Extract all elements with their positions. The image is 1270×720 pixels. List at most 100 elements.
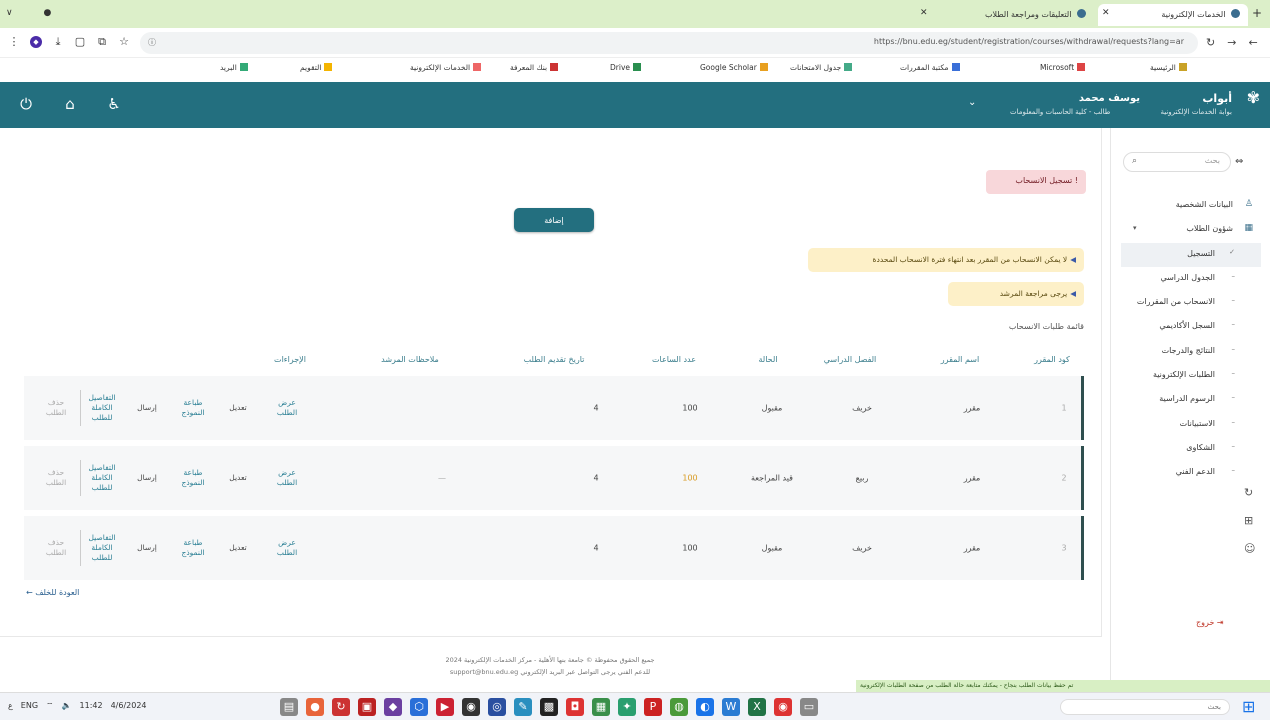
app-icon[interactable]: W <box>722 698 740 716</box>
forward-icon[interactable]: → <box>1227 36 1236 49</box>
volume-icon[interactable]: 🔈 <box>62 701 72 711</box>
sidebar-item-results[interactable]: – النتائج والدرجات <box>1121 340 1261 364</box>
cast-icon[interactable]: ⧉ <box>96 36 108 48</box>
app-icon[interactable]: ◉ <box>462 698 480 716</box>
column-header[interactable]: الإجراءات <box>274 355 306 364</box>
extension-icon[interactable]: ◆ <box>30 36 42 48</box>
close-tab-icon[interactable]: ✕ <box>1102 8 1110 18</box>
app-icon[interactable]: ◉ <box>774 698 792 716</box>
column-header[interactable]: كود المقرر <box>1034 355 1070 364</box>
app-icon[interactable]: X <box>748 698 766 716</box>
refresh-icon[interactable]: ↻ <box>1244 486 1253 499</box>
download-icon[interactable]: ⤓ <box>52 36 64 48</box>
bookmark-item[interactable]: التقويم <box>300 63 333 72</box>
browser-tab[interactable]: ✕ التعليقات ومراجعة الطلاب <box>916 4 1094 26</box>
smiley-icon[interactable]: ☺ <box>1244 542 1255 555</box>
details-link[interactable]: التفاصيل الكاملة للطلب <box>88 463 115 493</box>
view-request-link[interactable]: عرض الطلب <box>277 468 297 488</box>
bookmark-item[interactable]: بنك المعرفة <box>510 63 559 72</box>
app-icon[interactable]: ✎ <box>514 698 532 716</box>
user-name[interactable]: يوسف محمد <box>1060 93 1140 104</box>
app-icon[interactable]: ◎ <box>488 698 506 716</box>
accessibility-icon[interactable]: ♿ <box>104 95 124 113</box>
send-button[interactable]: إرسال <box>137 403 157 413</box>
taskbar-search-input[interactable]: بحث <box>1060 699 1230 715</box>
details-link[interactable]: التفاصيل الكاملة للطلب <box>88 393 115 423</box>
new-tab-button[interactable]: + <box>1252 6 1262 20</box>
print-form-link[interactable]: طباعة النموذج <box>181 398 204 418</box>
column-header[interactable]: عدد الساعات <box>652 355 696 364</box>
app-icon[interactable]: ◍ <box>670 698 688 716</box>
app-icon[interactable]: P <box>644 698 662 716</box>
bookmark-item[interactable]: الرئيسية <box>1150 63 1187 72</box>
delete-button[interactable]: حذف الطلب <box>46 398 66 418</box>
sidebar-item-transcript[interactable]: – السجل الأكاديمي <box>1121 315 1261 339</box>
footer-support[interactable]: للدعم الفني يرجى التواصل عبر البريد الإل… <box>330 668 770 676</box>
edit-button[interactable]: تعديل <box>229 473 246 483</box>
sidebar-item-student-affairs[interactable]: ▦ شؤون الطلاب ▾ <box>1121 218 1261 242</box>
bookmark-item[interactable]: جدول الامتحانات <box>790 63 853 72</box>
app-icon[interactable]: ◆ <box>384 698 402 716</box>
back-link[interactable]: العودة للخلف ← <box>26 588 79 597</box>
sidebar-item-requests[interactable]: – الطلبات الإلكترونية <box>1121 364 1261 388</box>
sidebar-item-schedule[interactable]: – الجدول الدراسي <box>1121 267 1261 291</box>
edit-button[interactable]: تعديل <box>229 403 246 413</box>
sidebar-item-complaints[interactable]: – الشكاوى <box>1121 437 1261 461</box>
app-icon[interactable]: ✦ <box>618 698 636 716</box>
clock-date[interactable]: 4/6/2024 <box>111 701 147 711</box>
home-icon[interactable]: ⌂ <box>60 95 80 113</box>
app-icon[interactable]: ◐ <box>696 698 714 716</box>
send-button[interactable]: إرسال <box>137 473 157 483</box>
print-form-link[interactable]: طباعة النموذج <box>181 468 204 488</box>
app-icon[interactable]: ⬡ <box>410 698 428 716</box>
bookmark-item[interactable]: Google Scholar <box>700 63 768 72</box>
bookmark-item[interactable]: Microsoft <box>1040 63 1086 72</box>
delete-button[interactable]: حذف الطلب <box>46 538 66 558</box>
view-request-link[interactable]: عرض الطلب <box>277 398 297 418</box>
app-icon[interactable]: ▶ <box>436 698 454 716</box>
sidebar-item-registration[interactable]: ✓ التسجيل <box>1121 242 1261 267</box>
print-form-link[interactable]: طباعة النموذج <box>181 538 204 558</box>
window-controls[interactable]: ∨ ● <box>6 8 65 18</box>
address-bar[interactable]: ⓘ https://bnu.edu.eg/student/registratio… <box>140 32 1198 54</box>
edit-button[interactable]: تعديل <box>229 543 246 553</box>
windows-start-icon[interactable]: ⊞ <box>1242 697 1255 716</box>
bookmark-item[interactable]: Drive <box>610 63 641 72</box>
keyboard-language[interactable]: ع <box>8 701 13 711</box>
grid-icon[interactable]: ⊞ <box>1244 514 1253 527</box>
sidebar-item-surveys[interactable]: – الاستبيانات <box>1121 413 1261 437</box>
add-button[interactable]: إضافة <box>514 208 594 232</box>
column-header[interactable]: الفصل الدراسي <box>824 355 877 364</box>
sidebar-toggle-icon[interactable]: ⇔ <box>1235 156 1243 167</box>
logout-link[interactable]: ⇥ خروج <box>1196 618 1224 627</box>
back-icon[interactable]: ← <box>1248 36 1257 49</box>
app-icon[interactable]: ▤ <box>280 698 298 716</box>
clock-time[interactable]: 11:42 <box>80 701 103 711</box>
column-header[interactable]: الحالة <box>759 355 778 364</box>
site-info-icon[interactable]: ⓘ <box>148 37 156 48</box>
reload-icon[interactable]: ↻ <box>1206 36 1215 49</box>
view-request-link[interactable]: عرض الطلب <box>277 538 297 558</box>
square-icon[interactable]: ▢ <box>74 36 86 48</box>
input-language[interactable]: ENG <box>21 701 38 711</box>
sidebar-item-withdrawal[interactable]: – الانسحاب من المقررات <box>1121 291 1261 315</box>
app-icon[interactable]: ▦ <box>592 698 610 716</box>
send-button[interactable]: إرسال <box>137 543 157 553</box>
star-icon[interactable]: ☆ <box>118 36 130 48</box>
chevron-down-icon[interactable]: ⌄ <box>968 97 976 108</box>
app-icon[interactable]: ▩ <box>540 698 558 716</box>
delete-button[interactable]: حذف الطلب <box>46 468 66 488</box>
app-icon[interactable]: ▭ <box>800 698 818 716</box>
column-header[interactable]: اسم المقرر <box>941 355 979 364</box>
sidebar-item-support[interactable]: – الدعم الفني <box>1121 461 1261 485</box>
app-icon[interactable]: ● <box>306 698 324 716</box>
menu-dots-icon[interactable]: ⋮ <box>8 36 20 48</box>
app-icon[interactable]: ◘ <box>566 698 584 716</box>
details-link[interactable]: التفاصيل الكاملة للطلب <box>88 533 115 563</box>
column-header[interactable]: ملاحظات المرشد <box>381 355 439 364</box>
power-icon[interactable]: ⏻ <box>16 95 36 113</box>
app-icon[interactable]: ↻ <box>332 698 350 716</box>
column-header[interactable]: تاريخ تقديم الطلب <box>524 355 585 364</box>
close-tab-icon[interactable]: ✕ <box>920 8 928 18</box>
browser-tab-active[interactable]: ✕ الخدمات الإلكترونية <box>1098 4 1248 26</box>
